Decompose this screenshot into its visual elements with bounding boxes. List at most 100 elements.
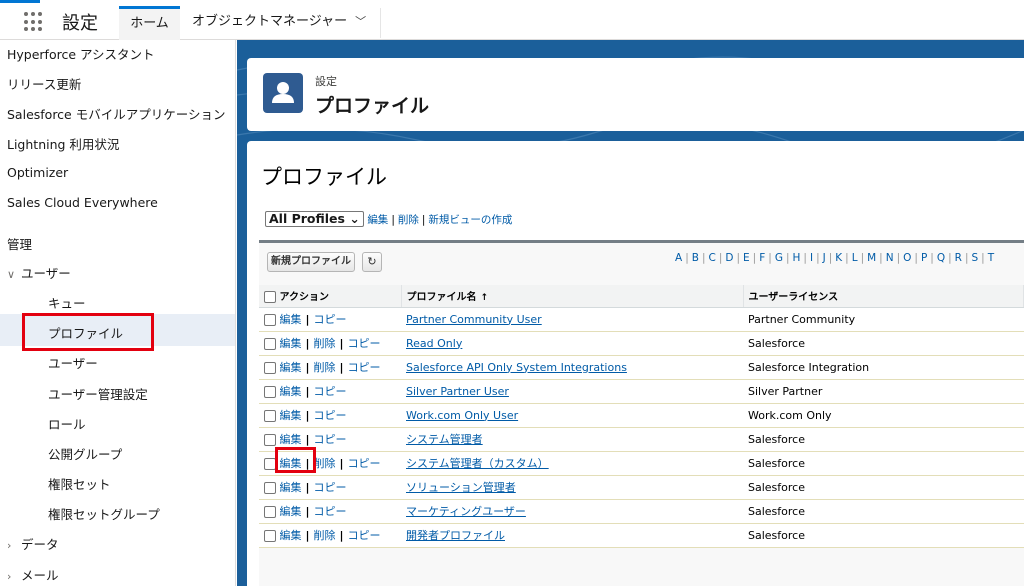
chevron-down-icon[interactable]: ∨	[7, 268, 21, 281]
sidebar-item-permission-set-groups[interactable]: 権限セットグループ	[48, 504, 160, 523]
row-copy-link[interactable]: コピー	[314, 505, 347, 518]
chevron-down-icon[interactable]: ﹀	[355, 9, 366, 35]
alphabet-filter-letter[interactable]: I	[810, 252, 813, 264]
alphabet-filter-letter[interactable]: L	[852, 252, 858, 264]
sidebar-item-users[interactable]: ユーザー	[48, 353, 98, 372]
alphabet-filter-letter[interactable]: D	[725, 252, 733, 264]
new-profile-button[interactable]: 新規プロファイル	[267, 252, 355, 272]
alphabet-filter-letter[interactable]: G	[775, 252, 783, 264]
alphabet-filter-letter[interactable]: J	[823, 252, 826, 264]
row-name-cell: Read Only	[401, 331, 743, 356]
row-edit-link[interactable]: 編集	[280, 481, 302, 494]
alphabet-filter-letter[interactable]: Q	[937, 252, 945, 264]
sidebar-item-hyperforce-assistant[interactable]: Hyperforce アシスタント	[7, 44, 155, 63]
row-checkbox[interactable]	[264, 338, 276, 350]
alphabet-filter-letter[interactable]: N	[886, 252, 894, 264]
waffle-icon[interactable]	[24, 12, 44, 32]
sidebar-item-public-groups[interactable]: 公開グループ	[48, 444, 122, 463]
row-checkbox[interactable]	[264, 362, 276, 374]
row-checkbox[interactable]	[264, 530, 276, 542]
row-edit-link[interactable]: 編集	[280, 505, 302, 518]
view-links: 編集 | 削除 | 新規ビューの作成	[367, 213, 513, 226]
view-create-link[interactable]: 新規ビューの作成	[428, 214, 512, 226]
sidebar-item-queues[interactable]: キュー	[48, 293, 86, 312]
row-edit-link[interactable]: 編集	[280, 409, 302, 422]
profile-name-link[interactable]: システム管理者（カスタム）	[406, 457, 549, 470]
row-copy-link[interactable]: コピー	[348, 337, 381, 350]
profile-name-link[interactable]: システム管理者	[406, 433, 483, 446]
sidebar-item-release-updates[interactable]: リリース更新	[7, 74, 81, 93]
sidebar-group-users[interactable]: ∨ ユーザー	[7, 263, 71, 282]
sidebar-item-lightning-usage[interactable]: Lightning 利用状況	[7, 134, 119, 153]
sidebar-group-data[interactable]: › データ	[7, 534, 59, 553]
row-edit-link[interactable]: 編集	[280, 385, 302, 398]
view-select[interactable]: All Profiles ⌄	[265, 211, 364, 227]
row-copy-link[interactable]: コピー	[314, 313, 347, 326]
refresh-icon[interactable]: ↻	[362, 252, 382, 272]
sidebar-item-sales-cloud-everywhere[interactable]: Sales Cloud Everywhere	[7, 195, 158, 210]
sidebar-item-mobile-app[interactable]: Salesforce モバイルアプリケーション	[7, 104, 225, 123]
sidebar-group-email[interactable]: › メール	[7, 565, 59, 584]
row-edit-link[interactable]: 編集	[280, 433, 302, 446]
chevron-right-icon[interactable]: ›	[7, 539, 21, 552]
column-header-name[interactable]: プロファイル名 ↑	[401, 285, 744, 308]
profile-name-link[interactable]: Work.com Only User	[406, 409, 518, 422]
row-edit-link[interactable]: 編集	[280, 313, 302, 326]
tab-home[interactable]: ホーム	[119, 6, 180, 40]
row-copy-link[interactable]: コピー	[314, 433, 347, 446]
alphabet-filter-letter[interactable]: B	[692, 252, 699, 264]
chevron-right-icon[interactable]: ›	[7, 570, 21, 583]
column-header-license[interactable]: ユーザーライセンス	[743, 285, 1024, 308]
row-copy-link[interactable]: コピー	[348, 361, 381, 374]
row-edit-link[interactable]: 編集	[280, 337, 302, 350]
view-edit-link[interactable]: 編集	[367, 214, 388, 226]
alphabet-filter-letter[interactable]: H	[793, 252, 801, 264]
alphabet-filter-letter[interactable]: F	[759, 252, 765, 264]
view-delete-link[interactable]: 削除	[398, 214, 419, 226]
alphabet-filter-letter[interactable]: A	[675, 252, 682, 264]
profile-name-link[interactable]: Salesforce API Only System Integrations	[406, 361, 627, 374]
profile-name-link[interactable]: Silver Partner User	[406, 385, 509, 398]
row-copy-link[interactable]: コピー	[314, 385, 347, 398]
row-copy-link[interactable]: コピー	[348, 457, 381, 470]
row-edit-link[interactable]: 編集	[280, 529, 302, 542]
row-license: Salesforce	[743, 475, 1024, 500]
row-copy-link[interactable]: コピー	[348, 529, 381, 542]
row-delete-link[interactable]: 削除	[314, 361, 336, 374]
row-checkbox[interactable]	[264, 482, 276, 494]
alphabet-filter-letter[interactable]: M	[867, 252, 876, 264]
alphabet-filter-letter[interactable]: E	[743, 252, 750, 264]
row-copy-link[interactable]: コピー	[314, 409, 347, 422]
profile-name-link[interactable]: 開発者プロファイル	[406, 529, 505, 542]
row-checkbox[interactable]	[264, 506, 276, 518]
row-delete-link[interactable]: 削除	[314, 337, 336, 350]
sidebar-item-user-management-settings[interactable]: ユーザー管理設定	[48, 384, 148, 403]
sidebar-item-optimizer[interactable]: Optimizer	[7, 165, 68, 180]
row-checkbox[interactable]	[264, 386, 276, 398]
row-delete-link[interactable]: 削除	[314, 529, 336, 542]
alphabet-filter-letter[interactable]: T	[988, 252, 994, 264]
row-copy-link[interactable]: コピー	[314, 481, 347, 494]
sidebar-item-roles[interactable]: ロール	[48, 414, 86, 433]
row-checkbox[interactable]	[264, 410, 276, 422]
tab-object-manager[interactable]: オブジェクトマネージャー ﹀	[192, 9, 366, 35]
row-edit-link[interactable]: 編集	[280, 361, 302, 374]
alphabet-filter-letter[interactable]: C	[709, 252, 716, 264]
alphabet-filter-letter[interactable]: S	[971, 252, 978, 264]
alphabet-filter-letter[interactable]: P	[921, 252, 927, 264]
row-delete-link[interactable]: 削除	[314, 457, 336, 470]
profile-name-link[interactable]: Read Only	[406, 337, 462, 350]
alphabet-filter-letter[interactable]: K	[835, 252, 842, 264]
profile-name-link[interactable]: マーケティングユーザー	[406, 505, 526, 518]
sidebar-item-permission-sets[interactable]: 権限セット	[48, 474, 111, 493]
alphabet-filter: A | B | C | D | E | F | G | H | I | J | K | L | M | N | O | P | Q | R | S | T	[675, 252, 994, 264]
row-checkbox[interactable]	[264, 314, 276, 326]
row-actions: 編集 | 削除 | コピー	[259, 331, 401, 356]
alphabet-filter-letter[interactable]: O	[903, 252, 911, 264]
row-checkbox[interactable]	[264, 434, 276, 446]
content-panel: プロファイル All Profiles ⌄ 編集 | 削除 | 新規ビューの作成 新規プ…	[247, 141, 1024, 586]
profile-name-link[interactable]: Partner Community User	[406, 313, 542, 326]
select-all-checkbox[interactable]	[264, 291, 276, 304]
alphabet-filter-letter[interactable]: R	[955, 252, 962, 264]
profile-name-link[interactable]: ソリューション管理者	[406, 481, 516, 494]
